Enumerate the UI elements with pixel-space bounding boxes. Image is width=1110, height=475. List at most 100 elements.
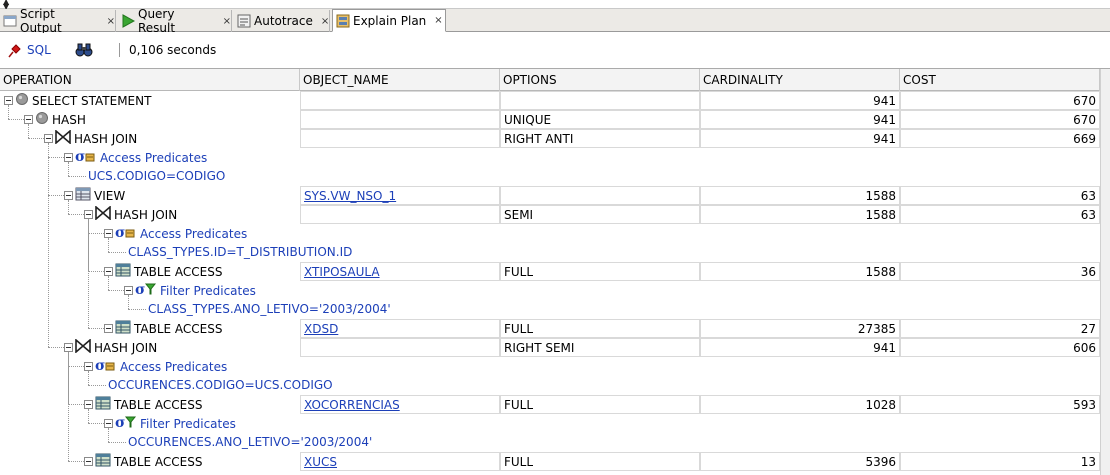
sql-button[interactable]: SQL bbox=[27, 43, 51, 57]
object-name-cell[interactable]: XOCORRENCIAS bbox=[300, 395, 500, 414]
table-icon bbox=[115, 320, 131, 337]
tab-bar: Script Output × Query Result × Autotrace… bbox=[0, 7, 1110, 35]
column-header-options[interactable]: OPTIONS bbox=[500, 69, 700, 91]
collapse-toggle-icon[interactable] bbox=[84, 457, 93, 466]
predicate-text: OCCURENCES.ANO_LETIVO='2003/2004' bbox=[128, 435, 373, 449]
table-row[interactable]: HASH JOIN RIGHT SEMI 941 606 bbox=[0, 338, 1100, 357]
table-row[interactable]: TABLE ACCESS XTIPOSAULA FULL 1588 36 bbox=[0, 262, 1100, 281]
collapse-toggle-icon[interactable] bbox=[64, 343, 73, 352]
column-header-cardinality[interactable]: CARDINALITY bbox=[700, 69, 900, 91]
table-row[interactable]: OCCURENCES.CODIGO=UCS.CODIGO bbox=[0, 376, 1100, 395]
operation-label: SELECT STATEMENT bbox=[32, 93, 152, 108]
object-name-cell[interactable]: SYS.VW_NSO_1 bbox=[300, 186, 500, 205]
view-table-icon bbox=[75, 187, 91, 204]
tab-query-result[interactable]: Query Result × bbox=[118, 7, 232, 35]
table-row[interactable]: HASH JOIN RIGHT ANTI 941 669 bbox=[0, 129, 1100, 148]
table-header: OPERATION OBJECT_NAME OPTIONS CARDINALIT… bbox=[0, 69, 1100, 91]
object-name-cell bbox=[300, 129, 500, 148]
operation-label: VIEW bbox=[94, 188, 126, 203]
cost-cell: 36 bbox=[900, 262, 1100, 281]
operation-cell: SELECT STATEMENT bbox=[4, 91, 151, 110]
collapse-toggle-icon[interactable] bbox=[124, 286, 133, 295]
collapse-toggle-icon[interactable] bbox=[44, 134, 53, 143]
table-row[interactable]: σ Filter Predicates bbox=[0, 414, 1100, 433]
tab-script-output[interactable]: Script Output × bbox=[0, 7, 116, 35]
column-header-object-name[interactable]: OBJECT_NAME bbox=[300, 69, 500, 91]
table-row[interactable]: TABLE ACCESS XUCS FULL 5396 13 bbox=[0, 452, 1100, 471]
object-name-cell[interactable]: XTIPOSAULA bbox=[300, 262, 500, 281]
options-cell bbox=[500, 186, 700, 205]
access-predicates-icon: σ bbox=[115, 225, 137, 242]
table-row[interactable]: σ Filter Predicates bbox=[0, 281, 1100, 300]
table-row[interactable]: VIEW SYS.VW_NSO_1 1588 63 bbox=[0, 186, 1100, 205]
collapse-toggle-icon[interactable] bbox=[84, 362, 93, 371]
vertical-scrollbar[interactable] bbox=[1100, 69, 1110, 475]
table-row[interactable]: TABLE ACCESS XOCORRENCIAS FULL 1028 593 bbox=[0, 395, 1100, 414]
operation-cell: TABLE ACCESS bbox=[104, 319, 223, 338]
operation-cell: HASH JOIN bbox=[64, 338, 157, 357]
options-cell: FULL bbox=[500, 452, 700, 471]
close-icon[interactable]: × bbox=[321, 16, 329, 27]
operation-cell: σ Filter Predicates bbox=[104, 414, 236, 433]
object-name-cell bbox=[300, 338, 500, 357]
collapse-toggle-icon[interactable] bbox=[84, 400, 93, 409]
collapse-toggle-icon[interactable] bbox=[104, 419, 113, 428]
table-row[interactable]: TABLE ACCESS XDSD FULL 27385 27 bbox=[0, 319, 1100, 338]
explain-plan-icon bbox=[336, 14, 350, 28]
collapse-toggle-icon[interactable] bbox=[104, 229, 113, 238]
collapse-toggle-icon[interactable] bbox=[104, 267, 113, 276]
table-row[interactable]: HASH UNIQUE 941 670 bbox=[0, 110, 1100, 129]
collapse-toggle-icon[interactable] bbox=[64, 191, 73, 200]
execution-time: 0,106 seconds bbox=[129, 43, 217, 57]
operation-cell: σ Access Predicates bbox=[84, 357, 227, 376]
table-row[interactable]: HASH JOIN SEMI 1588 63 bbox=[0, 205, 1100, 224]
collapse-toggle-icon[interactable] bbox=[4, 96, 13, 105]
cardinality-cell: 941 bbox=[700, 129, 900, 148]
find-icon[interactable] bbox=[75, 42, 93, 61]
close-icon[interactable]: × bbox=[223, 16, 231, 27]
column-header-cost[interactable]: COST bbox=[900, 69, 1100, 91]
cardinality-cell: 1588 bbox=[700, 205, 900, 224]
script-output-icon bbox=[3, 14, 17, 28]
operation-label: Access Predicates bbox=[140, 226, 248, 241]
operation-cell: TABLE ACCESS bbox=[84, 395, 203, 414]
cost-cell: 13 bbox=[900, 452, 1100, 471]
table-row[interactable]: σ Access Predicates bbox=[0, 357, 1100, 376]
column-header-operation[interactable]: OPERATION bbox=[0, 69, 300, 91]
table-row[interactable]: σ Access Predicates bbox=[0, 148, 1100, 167]
close-icon[interactable]: × bbox=[107, 16, 115, 27]
table-row[interactable]: SELECT STATEMENT 941 670 bbox=[0, 91, 1100, 110]
collapse-toggle-icon[interactable] bbox=[64, 153, 73, 162]
operation-cell: σ Access Predicates bbox=[104, 224, 247, 243]
close-icon[interactable]: × bbox=[434, 15, 442, 26]
tab-explain-plan[interactable]: Explain Plan × bbox=[332, 9, 446, 32]
collapse-toggle-icon[interactable] bbox=[24, 115, 33, 124]
hash-join-icon bbox=[95, 205, 111, 223]
cost-cell: 606 bbox=[900, 338, 1100, 357]
cost-cell: 670 bbox=[900, 110, 1100, 129]
table-row[interactable]: CLASS_TYPES.ID=T_DISTRIBUTION.ID bbox=[0, 243, 1100, 262]
tab-autotrace[interactable]: Autotrace × bbox=[234, 10, 330, 32]
table-row[interactable]: σ Access Predicates bbox=[0, 224, 1100, 243]
object-name-cell[interactable]: XUCS bbox=[300, 452, 500, 471]
explain-plan-toolbar: SQL 0,106 seconds bbox=[0, 33, 1110, 69]
access-predicates-icon: σ bbox=[75, 149, 97, 166]
minimize-restore-icon[interactable]: ▲ ▼ bbox=[3, 0, 9, 11]
predicate-text: OCCURENCES.CODIGO=UCS.CODIGO bbox=[108, 378, 333, 392]
table-row[interactable]: CLASS_TYPES.ANO_LETIVO='2003/2004' bbox=[0, 300, 1100, 319]
toolbar-separator bbox=[119, 43, 120, 57]
table-icon bbox=[115, 263, 131, 280]
filter-predicates-icon: σ bbox=[135, 282, 157, 299]
pin-icon[interactable] bbox=[6, 43, 22, 62]
table-row[interactable]: UCS.CODIGO=CODIGO bbox=[0, 167, 1100, 186]
cost-cell: 669 bbox=[900, 129, 1100, 148]
object-name-cell[interactable]: XDSD bbox=[300, 319, 500, 338]
collapse-toggle-icon[interactable] bbox=[84, 210, 93, 219]
operation-label: HASH bbox=[52, 112, 86, 127]
select-statement-icon bbox=[15, 92, 29, 109]
collapse-toggle-icon[interactable] bbox=[104, 324, 113, 333]
cardinality-cell: 1028 bbox=[700, 395, 900, 414]
table-row[interactable]: OCCURENCES.ANO_LETIVO='2003/2004' bbox=[0, 433, 1100, 452]
options-cell: FULL bbox=[500, 395, 700, 414]
operation-label: Access Predicates bbox=[100, 150, 208, 165]
